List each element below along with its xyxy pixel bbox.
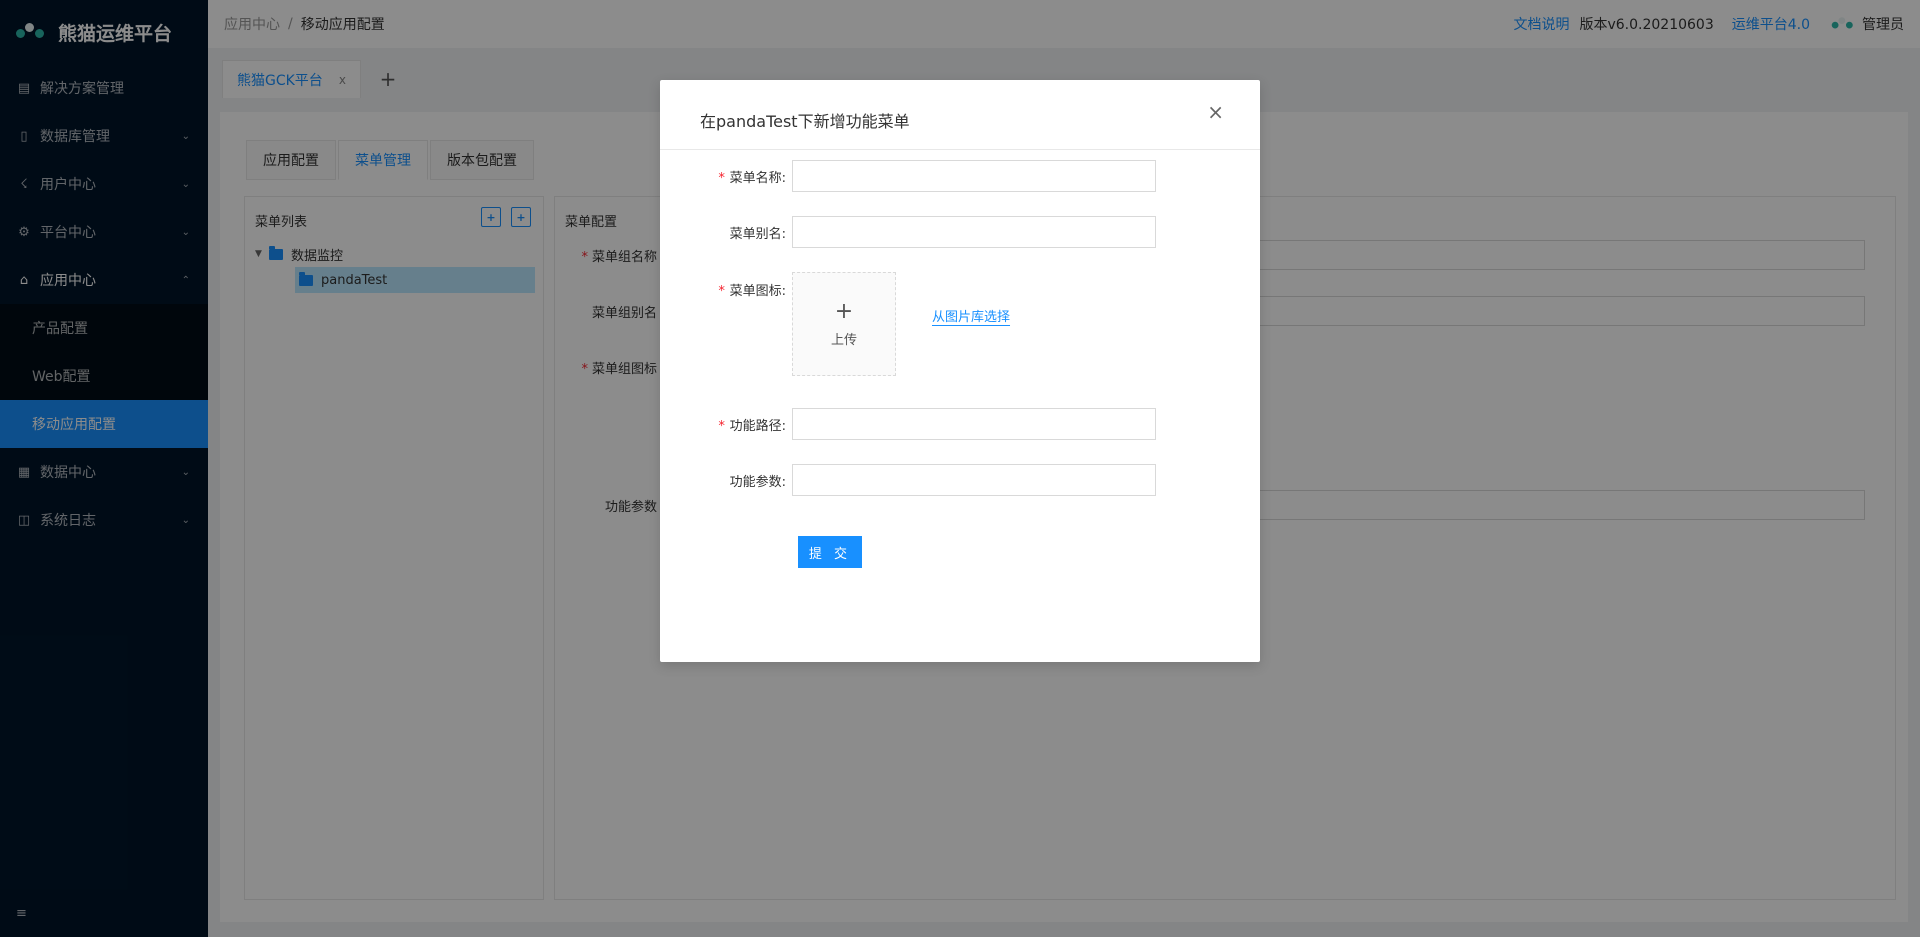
- select-from-library-link[interactable]: 从图片库选择: [932, 306, 1010, 325]
- plus-icon: +: [834, 298, 854, 324]
- func-params-label: 功能参数:: [729, 474, 786, 490]
- upload-label: 上传: [830, 332, 857, 348]
- func-path-input[interactable]: [792, 408, 1156, 440]
- form-row-menu-name: * 菜单名称:: [660, 160, 1260, 192]
- menu-alias-label: 菜单别名:: [729, 226, 786, 242]
- menu-alias-input[interactable]: [792, 216, 1156, 248]
- menu-name-input[interactable]: [792, 160, 1156, 192]
- func-path-label: * 功能路径:: [717, 418, 786, 434]
- menu-icon-label: * 菜单图标:: [717, 284, 786, 299]
- form-row-func-path: * 功能路径:: [660, 408, 1260, 440]
- close-icon[interactable]: ×: [1207, 102, 1224, 122]
- form-row-func-params: 功能参数:: [660, 464, 1260, 496]
- form-row-menu-alias: 菜单别名:: [660, 216, 1260, 248]
- func-params-input[interactable]: [792, 464, 1156, 496]
- modal-title: 在pandaTest下新增功能菜单: [700, 111, 910, 131]
- submit-button[interactable]: 提 交: [798, 536, 862, 568]
- add-menu-dialog: 在pandaTest下新增功能菜单 × * 菜单名称: 菜单别名: * 菜单图标: …: [660, 80, 1260, 662]
- menu-name-label: * 菜单名称:: [717, 170, 786, 186]
- modal-header: 在pandaTest下新增功能菜单: [660, 80, 1260, 150]
- form-row-menu-icon: * 菜单图标: + 上传 从图片库选择: [660, 272, 1260, 376]
- upload-button[interactable]: + 上传: [792, 272, 896, 376]
